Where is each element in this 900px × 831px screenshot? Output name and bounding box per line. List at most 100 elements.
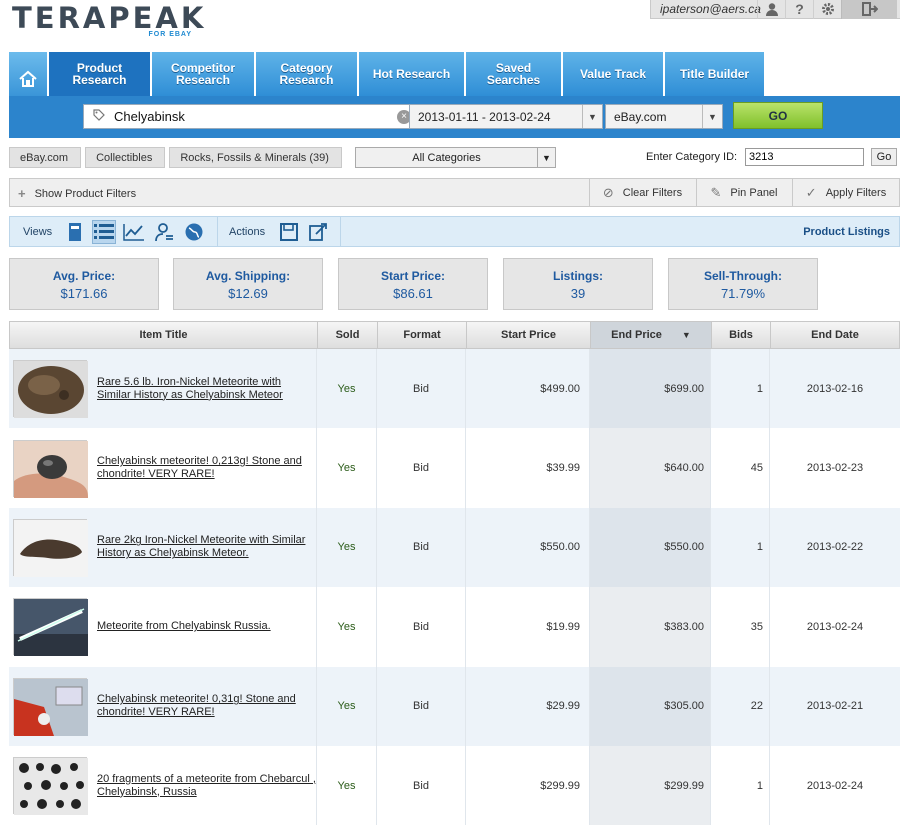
list-view-icon[interactable] <box>92 220 116 244</box>
pin-panel-label: Pin Panel <box>730 186 778 199</box>
pin-icon: ✎ <box>710 184 722 200</box>
terapeak-logo[interactable]: TERAPEAK FOR EBAY <box>12 2 203 42</box>
column-header[interactable]: Bids <box>712 322 771 348</box>
stat-label: Avg. Price: <box>52 269 116 283</box>
gallery-view-icon[interactable] <box>63 220 87 244</box>
search-query: Chelyabinsk <box>114 109 185 124</box>
end-date-cell: 2013-02-24 <box>806 779 864 792</box>
bids-cell: 35 <box>711 587 770 667</box>
column-header[interactable]: End Date <box>771 322 899 348</box>
table-row[interactable]: 20 fragments of a meteorite from Chebarc… <box>9 745 900 826</box>
search-input[interactable]: Chelyabinsk × <box>83 104 418 129</box>
sort-desc-icon: ▼ <box>681 330 691 340</box>
breadcrumb-item[interactable]: Collectibles <box>85 147 166 168</box>
end-date-cell: 2013-02-16 <box>806 382 864 395</box>
format-cell: Bid <box>377 745 466 826</box>
sold-cell: Yes <box>317 666 377 746</box>
site-select[interactable]: eBay.com ▼ <box>605 104 723 129</box>
item-title-link[interactable]: Rare 2kg Iron-Nickel Meteorite with Simi… <box>97 534 316 560</box>
bids-cell: 22 <box>711 666 770 746</box>
column-header-sorted[interactable]: End Price ▼ <box>591 322 712 348</box>
user-email[interactable]: ipaterson@aers.ca <box>651 2 761 16</box>
seller-view-icon[interactable] <box>152 220 176 244</box>
table-row[interactable]: Chelyabinsk meteorite! 0,213g! Stone and… <box>9 428 900 508</box>
bids-cell: 1 <box>711 507 770 588</box>
breadcrumb-item[interactable]: Rocks, Fossils & Minerals (39) <box>169 147 342 168</box>
date-range-select[interactable]: 2013-01-11 - 2013-02-24 ▼ <box>409 104 603 129</box>
item-title-link[interactable]: Chelyabinsk meteorite! 0,213g! Stone and… <box>97 455 316 481</box>
help-icon[interactable]: ? <box>785 0 813 19</box>
go-button[interactable]: GO <box>733 102 823 129</box>
actions-label: Actions <box>229 226 266 238</box>
item-title-link[interactable]: 20 fragments of a meteorite from Chebarc… <box>97 773 316 799</box>
views-label: Views <box>23 226 53 238</box>
end-price-cell: $550.00 <box>590 507 711 588</box>
listings-table: Item Title Sold Format Start Price End P… <box>9 321 900 826</box>
tab-value-track[interactable]: Value Track <box>563 52 663 96</box>
category-select[interactable]: All Categories ▼ <box>355 147 556 168</box>
tab-hot-research[interactable]: Hot Research <box>359 52 464 96</box>
plus-icon: + <box>18 186 26 201</box>
table-row[interactable]: Meteorite from Chelyabinsk Russia. Yes Bid… <box>9 587 900 667</box>
breadcrumb-item[interactable]: eBay.com <box>9 147 82 168</box>
tab-home[interactable] <box>9 52 47 96</box>
tab-title-builder[interactable]: Title Builder <box>665 52 764 96</box>
start-price-cell: $29.99 <box>466 666 590 746</box>
tab-saved-searches[interactable]: Saved Searches <box>466 52 561 96</box>
logout-icon[interactable] <box>841 0 897 19</box>
chart-view-icon[interactable] <box>122 220 146 244</box>
item-thumbnail[interactable] <box>13 518 88 577</box>
globe-view-icon[interactable] <box>182 220 206 244</box>
format-cell: Bid <box>377 507 466 588</box>
tab-product-research[interactable]: Product Research <box>49 52 150 96</box>
tab-category-research[interactable]: Category Research <box>256 52 357 96</box>
item-thumbnail[interactable] <box>13 439 88 498</box>
gear-icon[interactable] <box>813 0 841 19</box>
brand-tagline: FOR EBAY <box>148 31 192 38</box>
item-title-cell: Rare 5.6 lb. Iron-Nickel Meteorite with … <box>9 349 317 429</box>
start-price-cell: $39.99 <box>466 428 590 508</box>
table-row[interactable]: Rare 2kg Iron-Nickel Meteorite with Simi… <box>9 507 900 588</box>
clear-icon: ⊘ <box>602 184 614 200</box>
column-header[interactable]: Sold <box>318 322 378 348</box>
end-date-cell: 2013-02-23 <box>806 462 864 475</box>
save-icon[interactable] <box>277 220 301 244</box>
item-thumbnail[interactable] <box>13 598 88 657</box>
column-header[interactable]: Format <box>378 322 467 348</box>
item-title-link[interactable]: Chelyabinsk meteorite! 0,31g! Stone and … <box>97 693 316 719</box>
item-thumbnail[interactable] <box>13 360 88 419</box>
bids-cell: 45 <box>711 428 770 508</box>
end-price-cell: $299.99 <box>590 745 711 826</box>
format-cell: Bid <box>377 587 466 667</box>
export-icon[interactable] <box>306 220 330 244</box>
main-tabs: Product Research Competitor Research Cat… <box>9 52 766 96</box>
format-cell: Bid <box>377 349 466 429</box>
clear-filters-button[interactable]: ⊘ Clear Filters <box>589 179 695 206</box>
stat-value: $171.66 <box>60 286 108 301</box>
item-thumbnail[interactable] <box>13 757 88 816</box>
user-bar: ipaterson@aers.ca ? <box>650 0 900 19</box>
user-icon[interactable] <box>757 0 785 19</box>
tag-icon <box>88 109 110 124</box>
views-bar: Views Actions Product Listings <box>9 216 900 247</box>
table-row[interactable]: Rare 5.6 lb. Iron-Nickel Meteorite with … <box>9 349 900 429</box>
item-title-cell: Meteorite from Chelyabinsk Russia. <box>9 587 317 667</box>
item-thumbnail[interactable] <box>13 677 88 736</box>
show-filters-toggle[interactable]: + Show Product Filters <box>18 186 136 201</box>
sold-cell: Yes <box>317 428 377 508</box>
category-id-input[interactable] <box>745 148 864 166</box>
stat-label: Avg. Shipping: <box>205 269 291 283</box>
table-row[interactable]: Chelyabinsk meteorite! 0,31g! Stone and … <box>9 666 900 746</box>
divider <box>340 217 341 246</box>
item-title-link[interactable]: Meteorite from Chelyabinsk Russia. <box>97 620 271 633</box>
apply-filters-button[interactable]: ✓ Apply Filters <box>792 179 899 206</box>
sold-cell: Yes <box>317 745 377 826</box>
tab-competitor-research[interactable]: Competitor Research <box>152 52 254 96</box>
end-date-cell: 2013-02-22 <box>806 541 864 554</box>
pin-panel-button[interactable]: ✎ Pin Panel <box>696 179 791 206</box>
item-title-link[interactable]: Rare 5.6 lb. Iron-Nickel Meteorite with … <box>97 376 316 402</box>
column-header[interactable]: Start Price <box>467 322 591 348</box>
stat-label: Sell-Through: <box>704 269 782 283</box>
category-id-go-button[interactable]: Go <box>871 148 897 166</box>
column-header[interactable]: Item Title <box>10 322 318 348</box>
